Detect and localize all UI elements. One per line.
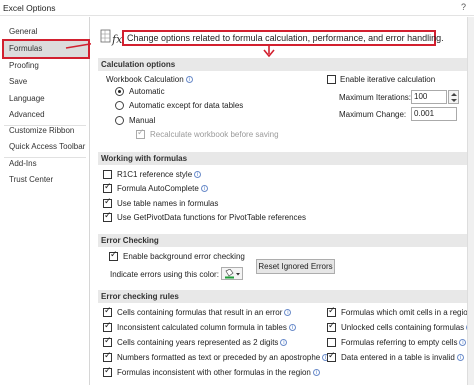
r1c1-checkbox[interactable]	[103, 170, 112, 179]
rule-checkbox[interactable]	[103, 366, 112, 377]
max-iterations-spinner[interactable]	[448, 90, 459, 104]
sidebar: General Formulas Proofing Save Language …	[0, 17, 90, 385]
section-working-with-formulas: Working with formulas	[98, 152, 471, 165]
getpivotdata-label: Use GetPivotData functions for PivotTabl…	[117, 213, 306, 222]
rule-checkbox[interactable]	[103, 336, 112, 347]
sidebar-item-quick-access-toolbar[interactable]: Quick Access Toolbar	[4, 139, 88, 155]
arrow-down-icon	[263, 45, 275, 58]
title-bar: Excel Options ?	[0, 0, 474, 16]
enable-iterative-label: Enable iterative calculation	[340, 75, 436, 84]
info-icon: i	[185, 76, 193, 83]
enable-iterative-checkbox[interactable]	[327, 75, 336, 84]
rule-label: Formulas which omit cells in a regioni	[341, 308, 473, 317]
header-description: Change options related to formula calcul…	[127, 33, 444, 43]
sidebar-item-save[interactable]: Save	[4, 74, 88, 90]
formula-autocomplete-checkbox[interactable]	[103, 182, 112, 193]
radio-manual[interactable]	[115, 116, 124, 125]
recalculate-before-saving-checkbox[interactable]	[136, 128, 145, 139]
header-description-box: Change options related to formula calcul…	[122, 30, 444, 46]
formula-autocomplete-label: Formula AutoComplete i	[117, 184, 208, 193]
indicate-errors-color-label: Indicate errors using this color:	[110, 270, 219, 279]
rule-label: Inconsistent calculated column formula i…	[117, 323, 296, 332]
rule-checkbox[interactable]	[327, 338, 336, 347]
help-button[interactable]: ?	[461, 2, 466, 12]
info-icon: i	[194, 171, 202, 178]
rule-label: Cells containing years represented as 2 …	[117, 338, 288, 347]
section-error-checking-rules: Error checking rules	[98, 290, 471, 303]
info-icon: i	[284, 309, 292, 316]
radio-automatic-label: Automatic	[129, 87, 165, 96]
rule-checkbox[interactable]	[327, 351, 336, 362]
scrollbar[interactable]	[467, 17, 474, 385]
info-icon: i	[456, 354, 464, 361]
rule-label: Numbers formatted as text or preceded by…	[117, 353, 330, 362]
getpivotdata-checkbox[interactable]	[103, 211, 112, 222]
radio-automatic[interactable]	[115, 87, 124, 96]
enable-background-error-checking-checkbox[interactable]	[109, 250, 118, 261]
table-names-checkbox[interactable]	[103, 197, 112, 208]
rule-checkbox[interactable]	[327, 321, 336, 332]
window-title: Excel Options	[3, 3, 56, 13]
rule-label: Formulas referring to empty cells i	[341, 338, 467, 347]
rule-checkbox[interactable]	[103, 321, 112, 332]
reset-ignored-errors-button[interactable]: Reset Ignored Errors	[256, 259, 335, 274]
recalculate-before-saving-label: Recalculate workbook before saving	[150, 130, 279, 139]
section-error-checking: Error Checking	[98, 234, 471, 247]
max-change-input[interactable]: 0.001	[411, 107, 457, 121]
sidebar-item-add-ins[interactable]: Add-Ins	[4, 156, 88, 172]
info-icon: i	[200, 185, 208, 192]
section-calculation-options: Calculation options	[98, 58, 471, 71]
rule-checkbox[interactable]	[103, 351, 112, 362]
max-change-label: Maximum Change:	[339, 110, 407, 119]
info-icon: i	[288, 324, 296, 331]
radio-automatic-except-label: Automatic except for data tables	[129, 101, 244, 110]
enable-background-error-checking-label: Enable background error checking	[123, 252, 245, 261]
formula-icon: fx	[100, 29, 123, 46]
rule-label: Data entered in a table is invalid i	[341, 353, 464, 362]
r1c1-label: R1C1 reference style i	[117, 170, 202, 179]
sidebar-item-trust-center[interactable]: Trust Center	[4, 172, 88, 188]
paint-bucket-icon	[225, 269, 240, 279]
main-panel: fx Change options related to formula cal…	[91, 17, 474, 385]
info-icon: i	[312, 369, 320, 376]
max-iterations-label: Maximum Iterations:	[339, 93, 412, 102]
workbook-calculation-label: Workbook Calculation i	[106, 75, 193, 84]
table-names-label: Use table names in formulas	[117, 199, 219, 208]
radio-manual-label: Manual	[129, 116, 156, 125]
rule-label: Cells containing formulas that result in…	[117, 308, 292, 317]
rule-label: Formulas inconsistent with other formula…	[117, 368, 320, 377]
rule-checkbox[interactable]	[327, 306, 336, 317]
rule-checkbox[interactable]	[103, 306, 112, 317]
info-icon: i	[280, 339, 288, 346]
error-color-picker[interactable]	[221, 267, 243, 280]
sidebar-item-proofing[interactable]: Proofing	[4, 58, 88, 74]
sidebar-item-customize-ribbon[interactable]: Customize Ribbon	[4, 123, 88, 139]
sidebar-item-advanced[interactable]: Advanced	[4, 107, 88, 123]
max-iterations-input[interactable]: 100	[411, 90, 447, 104]
info-icon: i	[459, 339, 467, 346]
sidebar-item-language[interactable]: Language	[4, 91, 88, 107]
radio-automatic-except-tables[interactable]	[115, 101, 124, 110]
rule-label: Unlocked cells containing formulasi	[341, 323, 474, 332]
